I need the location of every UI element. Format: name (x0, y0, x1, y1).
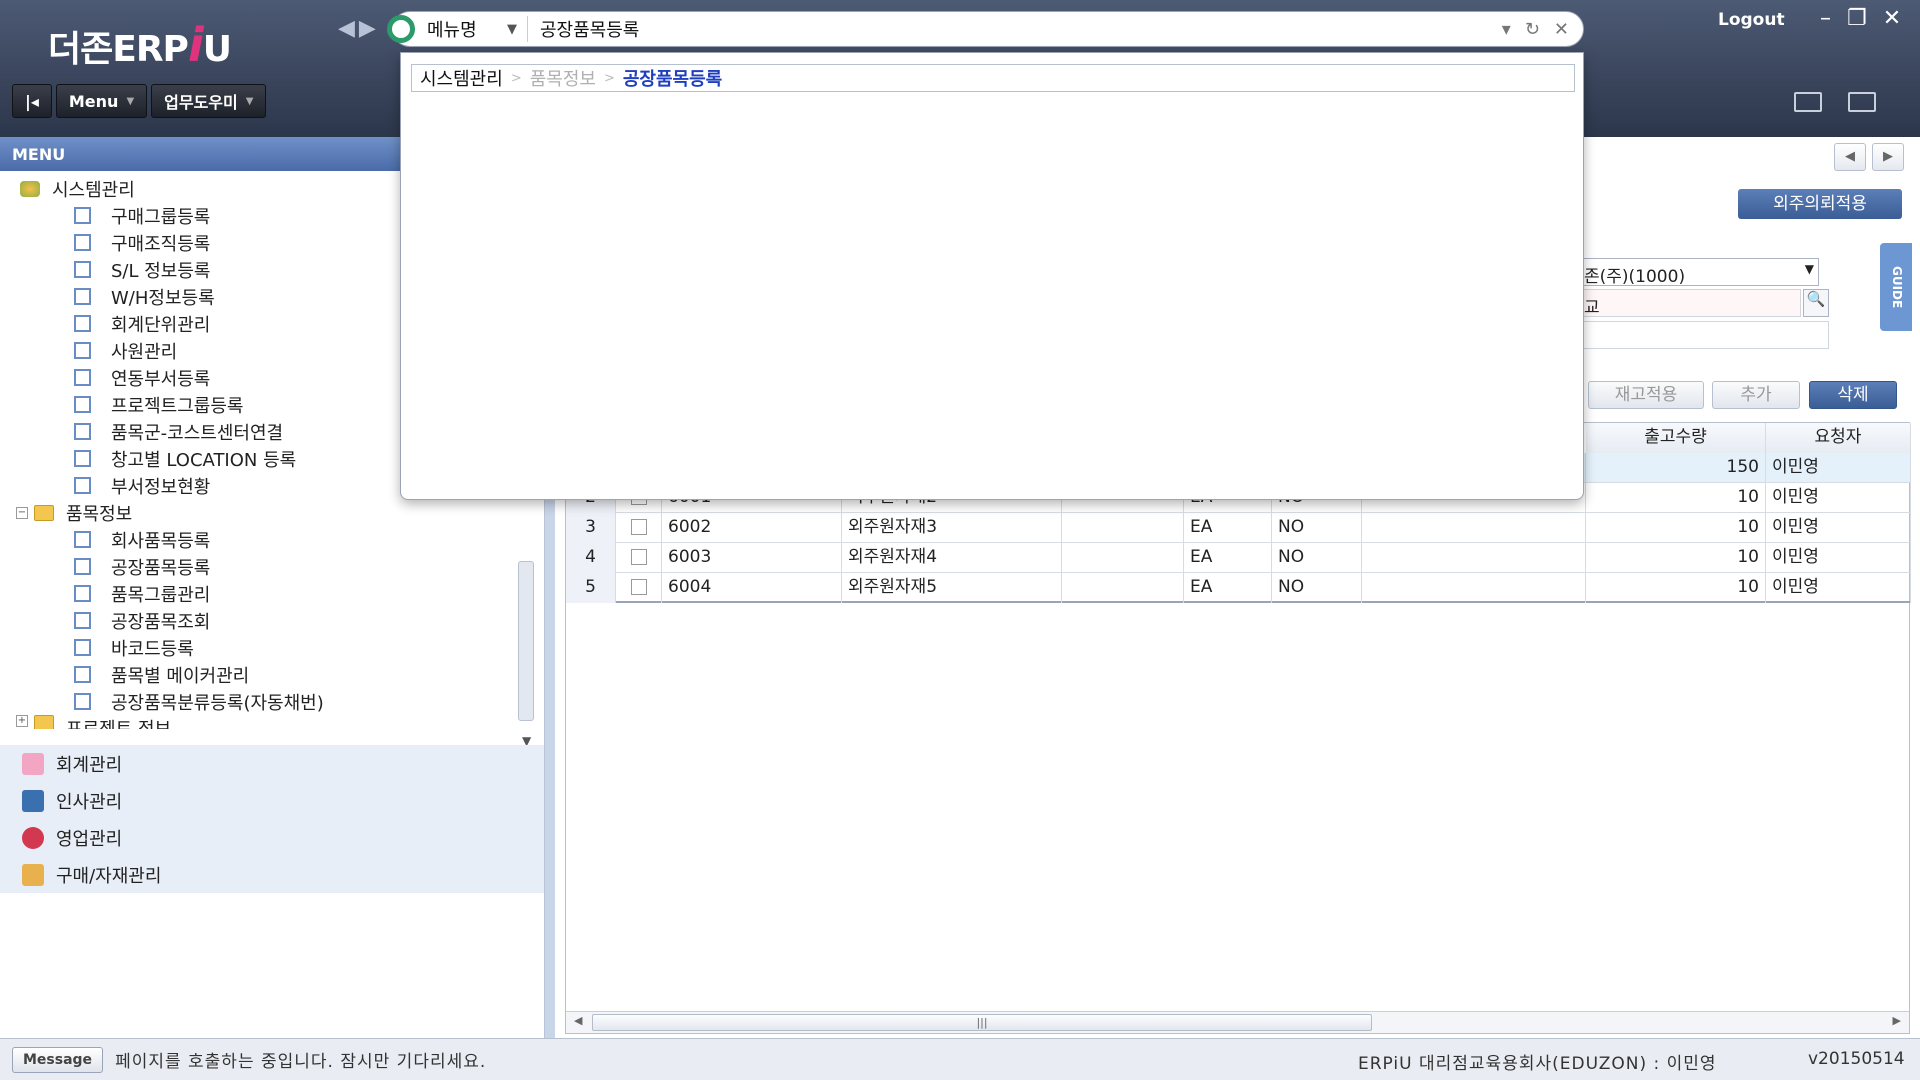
menu-search-bar[interactable]: 메뉴명 ▼ 공장품목등록 ▾ ↻ ✕ (387, 11, 1584, 47)
row-checkbox[interactable] (630, 549, 647, 565)
col-requester[interactable]: 요청자 (1766, 423, 1911, 453)
window-close-icon[interactable]: ✕ (1883, 6, 1901, 31)
hr-icon (22, 789, 44, 812)
status-message: 페이지를 호출하는 중입니다. 잠시만 기다리세요. (115, 1052, 487, 1072)
col-qty[interactable]: 출고수량 (1586, 423, 1766, 453)
module-accounting[interactable]: 회계관리 (0, 745, 544, 782)
page-icon (74, 315, 91, 332)
crumb-system[interactable]: 시스템관리 (420, 65, 503, 91)
close-icon[interactable]: ✕ (1554, 19, 1569, 40)
page-icon (74, 207, 91, 224)
module-hr[interactable]: 인사관리 (0, 782, 544, 819)
crumb-item-info[interactable]: 품목정보 (530, 65, 596, 91)
page-icon (74, 450, 91, 467)
page-icon (74, 234, 91, 251)
tree-folder-project[interactable]: +프로젝트 정보 (0, 715, 544, 729)
outsource-apply-button[interactable]: 외주의뢰적용 (1738, 189, 1902, 219)
scroll-left-icon[interactable]: ◀ (574, 1014, 582, 1027)
prev-page-icon[interactable]: ◀ (1834, 143, 1866, 171)
folder-icon (34, 504, 54, 521)
crumb-factory-item[interactable]: 공장품목등록 (623, 65, 722, 91)
table-row[interactable]: 4 6003 외주원자재4 EA NO 10 이민영 (566, 543, 1911, 573)
tree-item[interactable]: 품목그룹관리 (0, 580, 544, 607)
restore-icon[interactable]: ❐ (1847, 6, 1867, 31)
breadcrumb: 시스템관리 > 품목정보 > 공장품목등록 (411, 64, 1575, 92)
company-user-label: ERPiU 대리점교육용회사(EDUZON) : 이민영 (1358, 1054, 1717, 1074)
message-badge[interactable]: Message (12, 1046, 104, 1073)
scroll-down-icon[interactable]: ▼ (522, 734, 531, 745)
page-icon (74, 585, 91, 602)
tree-item[interactable]: 바코드등록 (0, 634, 544, 661)
extra-input[interactable] (1579, 321, 1829, 349)
tree-item[interactable]: 회사품목등록 (0, 526, 544, 553)
page-icon (74, 261, 91, 278)
search-type-select[interactable]: 메뉴명 ▼ (415, 16, 527, 42)
page-icon (74, 369, 91, 386)
logout-link[interactable]: Logout (1718, 10, 1785, 30)
scroll-right-icon[interactable]: ▶ (1893, 1014, 1901, 1027)
tree-item[interactable]: 공장품목등록 (0, 553, 544, 580)
tree-item[interactable]: 공장품목조회 (0, 607, 544, 634)
helper-button[interactable]: 업무도우미 ▼ (151, 84, 267, 118)
page-icon (74, 396, 91, 413)
window-layout-icon[interactable] (1794, 92, 1822, 112)
minimize-icon[interactable]: – (1820, 6, 1831, 31)
page-icon (74, 531, 91, 548)
forward-arrow-icon[interactable]: ▶ (359, 16, 380, 41)
accounting-icon (22, 752, 44, 775)
page-icon (74, 639, 91, 656)
search-input[interactable]: 공장품목등록 (528, 16, 1502, 42)
search-logo-icon (387, 15, 415, 43)
data-grid: 출고수량 요청자 150 이민영 2 6001 외주원자재2 EA NO 10 … (565, 422, 1911, 1034)
row-checkbox[interactable] (630, 519, 647, 535)
module-purchase[interactable]: 구매/자재관리 (0, 856, 544, 893)
grid-hscrollbar[interactable]: ◀ ||| ▶ (566, 1011, 1909, 1033)
folder-icon (34, 715, 54, 729)
page-icon (74, 342, 91, 359)
module-sales[interactable]: 영업관리 (0, 819, 544, 856)
search-icon[interactable]: 🔍 (1803, 289, 1829, 317)
stock-apply-button[interactable]: 재고적용 (1588, 381, 1704, 409)
screenshot-icon[interactable] (1848, 92, 1876, 112)
purchase-icon (22, 863, 44, 886)
page-icon (74, 288, 91, 305)
expand-icon[interactable]: + (16, 715, 28, 727)
tree-item[interactable]: 품목별 메이커관리 (0, 661, 544, 688)
sidebar-toggle-button[interactable]: |◂ (12, 84, 52, 118)
page-icon (74, 477, 91, 494)
row-checkbox[interactable] (630, 579, 647, 595)
dropdown-icon[interactable]: ▾ (1502, 19, 1511, 40)
table-row[interactable]: 5 6004 외주원자재5 EA NO 10 이민영 (566, 573, 1911, 603)
collapse-icon[interactable]: − (16, 506, 28, 519)
next-page-icon[interactable]: ▶ (1872, 143, 1904, 171)
plant-input[interactable]: 교 (1579, 289, 1801, 318)
menu-search-popup: 시스템관리 > 품목정보 > 공장품목등록 (400, 52, 1584, 500)
tree-item[interactable]: 공장품목분류등록(자동채번) (0, 688, 544, 715)
guide-tab[interactable]: GUIDE (1880, 243, 1912, 331)
table-row[interactable]: 3 6002 외주원자재3 EA NO 10 이민영 (566, 513, 1911, 543)
back-arrow-icon[interactable]: ◀ (338, 16, 359, 41)
system-icon (20, 180, 40, 197)
page-icon (74, 612, 91, 629)
module-list: 회계관리 인사관리 영업관리 구매/자재관리 (0, 745, 544, 893)
add-button[interactable]: 추가 (1712, 381, 1800, 409)
page-icon (74, 666, 91, 683)
tree-folder-item-info[interactable]: − 품목정보 (0, 499, 544, 526)
page-icon (74, 558, 91, 575)
refresh-icon[interactable]: ↻ (1525, 19, 1540, 40)
status-bar: Message 페이지를 호출하는 중입니다. 잠시만 기다리세요. ERPiU… (0, 1038, 1920, 1080)
sales-icon (22, 826, 44, 849)
menu-button[interactable]: Menu ▼ (55, 84, 148, 118)
page-icon (74, 693, 91, 710)
app-logo: 더존ERPiU (48, 18, 232, 72)
delete-button[interactable]: 삭제 (1809, 381, 1897, 409)
version-label: v20150514 (1808, 1049, 1905, 1069)
company-select[interactable]: 존(주)(1000) ▼ (1579, 258, 1819, 287)
tree-scrollbar[interactable] (518, 561, 534, 721)
page-icon (74, 423, 91, 440)
scroll-thumb[interactable]: ||| (592, 1014, 1372, 1031)
